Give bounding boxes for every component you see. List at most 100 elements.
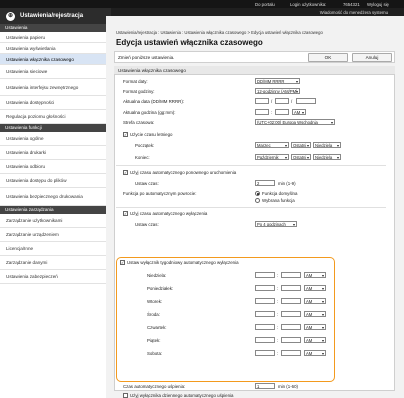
divider [116, 165, 386, 166]
sidebar-item-secure-print[interactable]: Ustawienia bezpiecznego drukowania [0, 188, 106, 206]
reset-time-label: Ustaw czas: [135, 181, 159, 186]
time-colon: : [277, 286, 279, 291]
time-minute-input[interactable] [275, 109, 289, 115]
weekday-hour-input[interactable] [255, 337, 275, 343]
auto-reset-checkbox[interactable]: ✓ [123, 170, 128, 175]
weekly-checkbox[interactable]: ✓ [120, 260, 125, 265]
sidebar-item-user-management[interactable]: Zarządzanie użytkownikami [0, 214, 106, 228]
sidebar-item-display[interactable]: Ustawienia wyświetlania [0, 43, 106, 54]
dst-start-label: Początek: [135, 143, 155, 148]
weekday-hour-input[interactable] [255, 298, 275, 304]
daily-sleep-label: Użyj wyłącznika dziennego automatycznego… [130, 393, 234, 398]
reset-time-input[interactable]: 2 [255, 180, 275, 186]
weekday-minute-input[interactable] [281, 311, 301, 317]
weekday-hour-input[interactable] [255, 285, 275, 291]
cancel-button[interactable]: Anuluj [352, 53, 392, 62]
weekday-hour-input[interactable] [255, 350, 275, 356]
dst-label: Użycie czasu letniego [130, 132, 173, 137]
dst-end-day-select[interactable]: Niedziela [313, 154, 341, 160]
mail-to-admin-link[interactable]: Wiadomość do menedżera systemu [320, 10, 388, 15]
weekday-hour-input[interactable] [255, 272, 275, 278]
off-time-select[interactable]: Po 4 godzinach [255, 221, 297, 227]
login-value: 7654321 [343, 1, 360, 7]
weekday-minute-input[interactable] [281, 298, 301, 304]
weekday-hour-input[interactable] [255, 324, 275, 330]
weekday-ampm-select[interactable]: AM [304, 272, 326, 278]
time-colon: : [277, 351, 279, 356]
sidebar-item-paper[interactable]: Ustawienia papieru [0, 32, 106, 43]
sidebar-item-external-interface[interactable]: Ustawienia interfejsu zewnętrznego [0, 79, 106, 96]
dst-end-month-select[interactable]: Październik [255, 154, 289, 160]
sidebar-item-general[interactable]: Ustawienia ogólne [0, 132, 106, 146]
weekday-ampm-select[interactable]: AM [304, 311, 326, 317]
dst-start-week-select[interactable]: Ostatni [291, 142, 311, 148]
func-default-radio[interactable] [255, 191, 260, 196]
sidebar-item-data-management[interactable]: Zarządzanie danymi [0, 256, 106, 270]
sidebar-item-security[interactable]: Ustawienia zabezpieczeń [0, 270, 106, 284]
weekday-minute-input[interactable] [281, 285, 301, 291]
dst-end-label: Koniec: [135, 155, 150, 160]
top-bar: Do portalu Login użytkownika: 7654321 Wy… [0, 0, 404, 8]
dst-start-day-select[interactable]: Niedziela [313, 142, 341, 148]
sleep-unit: min (1-60) [278, 384, 299, 389]
date-sep: / [271, 99, 273, 104]
weekday-ampm-select[interactable]: AM [304, 298, 326, 304]
weekday-minute-input[interactable] [281, 350, 301, 356]
portal-link[interactable]: Do portalu [255, 2, 275, 7]
sleep-label: Czas automatycznego uśpienia: [123, 384, 186, 389]
daily-sleep-checkbox[interactable] [123, 393, 128, 398]
date-format-select[interactable]: DD/MM RRRR [255, 78, 300, 84]
date-month-input[interactable] [275, 98, 289, 104]
breadcrumb: Ustawienia/rejestracja : Ustawienia : Us… [116, 30, 323, 35]
date-day-input[interactable] [255, 98, 269, 104]
sidebar-item-network[interactable]: Ustawienia sieciowe [0, 65, 106, 79]
func-selected-label: Wybrana funkcja [262, 198, 295, 203]
weekday-label: Środa: [147, 312, 160, 317]
auto-off-label: Użyj czasu automatycznego wyłączenia [130, 211, 208, 216]
time-format-label: Format godziny: [123, 89, 155, 94]
sidebar-item-accessibility[interactable]: Ustawienia dostępności [0, 96, 106, 110]
logout-link[interactable]: Wyloguj się [367, 2, 389, 7]
off-time-label: Ustaw czas: [135, 222, 159, 227]
dst-end-week-select[interactable]: Ostatni [291, 154, 311, 160]
toolbar: Zmień poniższe ustawienia. OK Anuluj [114, 51, 395, 63]
weekday-ampm-select[interactable]: AM [304, 337, 326, 343]
date-format-label: Format daty: [123, 79, 148, 84]
app-header: ⊕ Ustawienia/rejestracja [0, 8, 111, 24]
sidebar-item-file-access[interactable]: Ustawienia dostępu do plików [0, 174, 106, 188]
auto-reset-label: Użyj czasu automatycznego ponownego uruc… [130, 170, 237, 175]
sidebar-item-timer[interactable]: Ustawienia włącznika czasowego [0, 54, 106, 65]
weekday-ampm-select[interactable]: AM [304, 350, 326, 356]
time-format-select[interactable]: 12-godzinny (AM/PM) [255, 88, 300, 94]
current-time-label: Aktualna godzina (gg:mm): [123, 110, 176, 115]
weekday-ampm-select[interactable]: AM [304, 324, 326, 330]
dst-checkbox[interactable]: ✓ [123, 132, 128, 137]
func-selected-radio[interactable] [255, 198, 260, 203]
weekday-ampm-select[interactable]: AM [304, 285, 326, 291]
ok-button[interactable]: OK [308, 53, 348, 62]
sidebar-item-printer[interactable]: Ustawienia drukarki [0, 146, 106, 160]
time-colon: : [271, 110, 273, 115]
weekday-label: Wtorek: [147, 299, 163, 304]
dst-start-month-select[interactable]: Marzec [255, 142, 289, 148]
weekday-minute-input[interactable] [281, 337, 301, 343]
sidebar-item-license[interactable]: Licencja/Inne [0, 242, 106, 256]
auto-off-checkbox[interactable]: ✓ [123, 211, 128, 216]
app-title: Ustawienia/rejestracja [20, 13, 84, 19]
sidebar-item-device-management[interactable]: Zarządzanie urządzeniem [0, 228, 106, 242]
weekday-label: Sobota: [147, 351, 163, 356]
divider [116, 207, 386, 208]
time-hour-input[interactable] [255, 109, 269, 115]
sleep-input[interactable]: 1 [255, 383, 275, 389]
date-year-input[interactable] [296, 98, 316, 104]
current-date-label: Aktualna data (DD/MM RRRR): [123, 99, 184, 104]
sidebar-section-settings: Ustawienia [0, 24, 106, 32]
sidebar: Ustawienia Ustawienia papieru Ustawienia… [0, 24, 106, 398]
sidebar-item-receive[interactable]: Ustawienia odbioru [0, 160, 106, 174]
weekday-hour-input[interactable] [255, 311, 275, 317]
weekday-minute-input[interactable] [281, 272, 301, 278]
timezone-select[interactable]: (UTC+02:00) Europa Wschodnia [255, 119, 335, 125]
time-ampm-select[interactable]: AM [292, 109, 306, 115]
sidebar-item-volume[interactable]: Regulacja poziomu głośności [0, 110, 106, 124]
weekday-minute-input[interactable] [281, 324, 301, 330]
